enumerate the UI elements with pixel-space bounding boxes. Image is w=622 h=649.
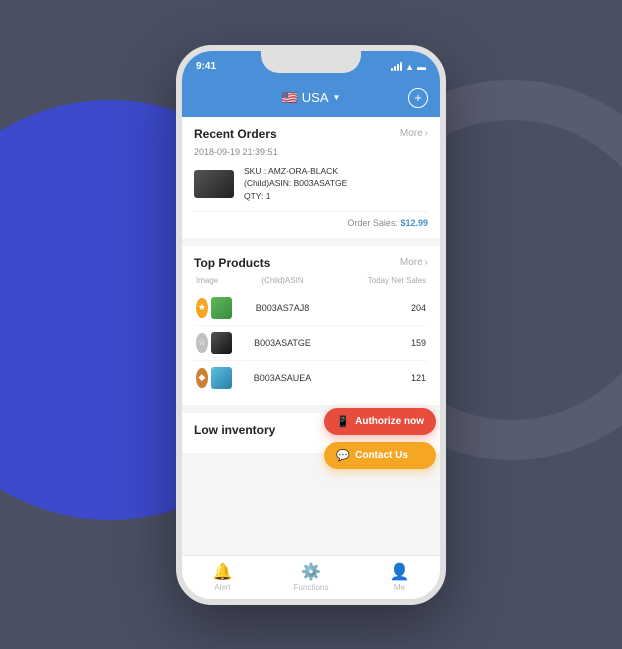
me-icon: 👤: [390, 562, 410, 582]
col-image: Image: [196, 276, 232, 285]
order-timestamp: 2018-09-19 21:39:51: [194, 147, 428, 157]
authorize-icon: 📱: [336, 415, 350, 428]
recent-orders-header: Recent Orders More ›: [194, 127, 428, 141]
wifi-icon: ▲: [405, 62, 414, 72]
signal-bars-icon: [391, 62, 402, 71]
recent-orders-title: Recent Orders: [194, 127, 277, 141]
product-image-rank-1: ★: [196, 297, 232, 319]
battery-icon: ▬: [417, 62, 426, 72]
app-header: 🇺🇸 USA ▼ +: [182, 79, 440, 117]
phone-content: Recent Orders More › 2018-09-19 21:39:51…: [182, 117, 440, 555]
status-time: 9:41: [196, 61, 216, 72]
chevron-right-icon: ›: [425, 128, 428, 139]
table-row: ☆ B003ASATGE 159: [194, 326, 428, 361]
product-sales-1: 204: [333, 303, 426, 313]
nav-me-label: Me: [394, 583, 405, 592]
nav-alert-label: Alert: [214, 583, 230, 592]
chevron-down-icon: ▼: [333, 93, 341, 102]
order-sku: SKU : AMZ-ORA-BLACK: [244, 165, 428, 178]
contact-label: Contact Us: [355, 450, 408, 461]
status-icons: ▲ ▬: [391, 62, 426, 72]
bottom-nav: 🔔 Alert ⚙️ Functions 👤 Me: [182, 555, 440, 599]
product-image-rank-2: ☆: [196, 332, 232, 354]
phone-frame: 9:41 ▲ ▬ 🇺🇸 USA ▼ + Recent Orders: [176, 45, 446, 605]
table-row: ◆ B003ASAUEA 121: [194, 361, 428, 395]
nav-functions[interactable]: ⚙️ Functions: [294, 562, 329, 592]
col-asin: (Child)ASIN: [236, 276, 329, 285]
flag-icon: 🇺🇸: [282, 90, 298, 106]
authorize-now-button[interactable]: 📱 Authorize now: [324, 408, 436, 435]
alert-icon: 🔔: [213, 562, 233, 582]
product-asin-1: B003AS7AJ8: [236, 303, 329, 313]
plus-icon: +: [414, 90, 422, 105]
product-image-3: [211, 367, 232, 389]
table-header: Image (Child)ASIN Today Net Sales: [194, 276, 428, 285]
nav-alert[interactable]: 🔔 Alert: [213, 562, 233, 592]
product-sales-3: 121: [333, 373, 426, 383]
order-item: SKU : AMZ-ORA-BLACK (Child)ASIN: B003ASA…: [194, 165, 428, 212]
chevron-right-icon-2: ›: [425, 257, 428, 268]
top-products-more[interactable]: More ›: [400, 257, 428, 268]
order-child-asin: (Child)ASIN: B003ASATGE: [244, 177, 428, 190]
low-inventory-title: Low inventory: [194, 423, 275, 437]
order-qty: QTY: 1: [244, 190, 428, 203]
product-image-2: [211, 332, 232, 354]
product-image-rank-3: ◆: [196, 367, 232, 389]
rank-badge-1: ★: [196, 298, 208, 318]
nav-functions-label: Functions: [294, 583, 329, 592]
recent-orders-more[interactable]: More ›: [400, 128, 428, 139]
top-products-header: Top Products More ›: [194, 256, 428, 270]
sofa-blue-icon: [211, 367, 232, 389]
more-label-2: More: [400, 257, 423, 268]
order-price: $12.99: [400, 218, 428, 228]
functions-icon: ⚙️: [301, 562, 321, 582]
product-image-1: [211, 297, 232, 319]
top-products-title: Top Products: [194, 256, 270, 270]
order-details: SKU : AMZ-ORA-BLACK (Child)ASIN: B003ASA…: [244, 165, 428, 203]
sofa-black-icon: [211, 332, 232, 354]
order-sales: Order Sales: $12.99: [194, 218, 428, 228]
top-products-section: Top Products More › Image (Child)ASIN To…: [182, 246, 440, 405]
order-sales-label: Order Sales:: [347, 218, 398, 228]
product-asin-3: B003ASAUEA: [236, 373, 329, 383]
rank-badge-2: ☆: [196, 333, 208, 353]
authorize-label: Authorize now: [355, 416, 424, 427]
order-product-image: [194, 170, 234, 198]
product-asin-2: B003ASATGE: [236, 338, 329, 348]
product-sales-2: 159: [333, 338, 426, 348]
col-sales: Today Net Sales: [333, 276, 426, 285]
country-selector[interactable]: 🇺🇸 USA ▼: [282, 90, 341, 106]
rank-badge-3: ◆: [196, 368, 208, 388]
phone-notch: [261, 51, 361, 73]
add-button[interactable]: +: [408, 88, 428, 108]
contact-us-button[interactable]: 💬 Contact Us: [324, 442, 436, 469]
nav-me[interactable]: 👤 Me: [390, 562, 410, 592]
more-label: More: [400, 128, 423, 139]
contact-icon: 💬: [336, 449, 350, 462]
sofa-green-icon: [211, 297, 232, 319]
recent-orders-section: Recent Orders More › 2018-09-19 21:39:51…: [182, 117, 440, 238]
table-row: ★ B003AS7AJ8 204: [194, 291, 428, 326]
country-name: USA: [302, 90, 329, 105]
